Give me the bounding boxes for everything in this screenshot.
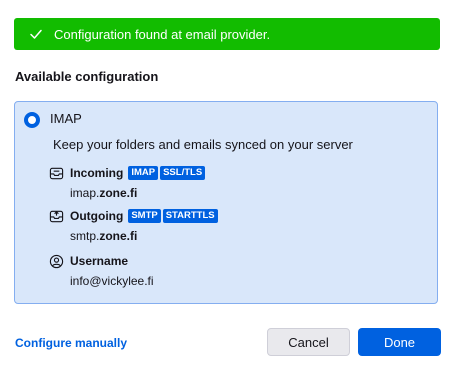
checkmark-icon <box>30 29 42 39</box>
username-value: info@vickylee.fi <box>70 274 154 288</box>
incoming-security-tag: SSL/TLS <box>160 166 206 180</box>
success-banner: Configuration found at email provider. <box>14 18 440 50</box>
username-row: Username info@vickylee.fi <box>49 253 154 288</box>
done-button[interactable]: Done <box>358 328 441 356</box>
configure-manually-link[interactable]: Configure manually <box>15 336 127 350</box>
incoming-server: Incoming IMAP SSL/TLS imap.zone.fi <box>49 165 206 200</box>
incoming-label: Incoming <box>70 166 124 180</box>
banner-text: Configuration found at email provider. <box>54 26 271 42</box>
user-icon <box>49 254 64 268</box>
outgoing-host: smtp.zone.fi <box>70 229 138 243</box>
outbox-icon <box>49 210 64 222</box>
imap-radio-button[interactable] <box>24 112 40 128</box>
outgoing-security-tag: STARTTLS <box>162 209 218 223</box>
outgoing-label: Outgoing <box>70 209 124 223</box>
inbox-icon <box>49 167 64 179</box>
incoming-host: imap.zone.fi <box>70 186 138 200</box>
outgoing-protocol-tag: SMTP <box>128 209 161 223</box>
section-title: Available configuration <box>15 69 159 84</box>
protocol-title: IMAP <box>50 111 82 126</box>
username-label: Username <box>70 254 129 268</box>
outgoing-server: Outgoing SMTP STARTTLS smtp.zone.fi <box>49 208 218 243</box>
cancel-button[interactable]: Cancel <box>267 328 350 356</box>
protocol-description: Keep your folders and emails synced on y… <box>53 137 353 152</box>
imap-config-option[interactable]: IMAP Keep your folders and emails synced… <box>14 101 438 304</box>
incoming-protocol-tag: IMAP <box>128 166 159 180</box>
